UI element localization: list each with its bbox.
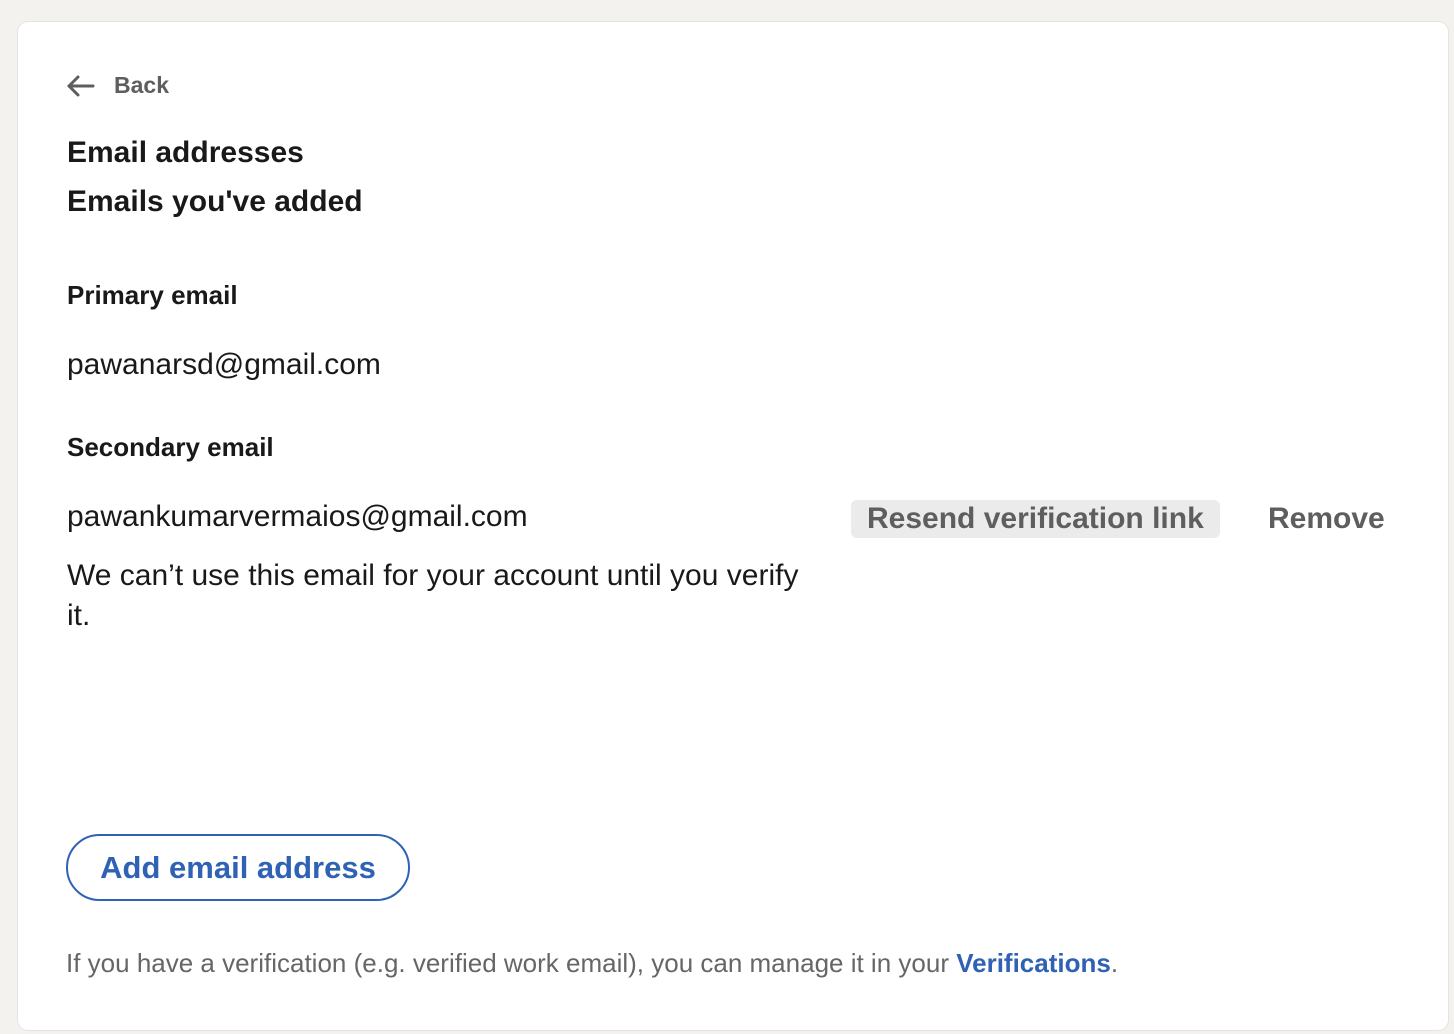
footer-suffix: . — [1110, 948, 1119, 978]
secondary-email-value: pawankumarvermaios@gmail.com — [67, 500, 528, 533]
footer-note: If you have a verification (e.g. verifie… — [66, 948, 1118, 979]
add-email-button[interactable]: Add email address — [66, 834, 410, 901]
footer-text: If you have a verification (e.g. verifie… — [66, 948, 957, 978]
primary-email-label: Primary email — [67, 280, 238, 310]
back-label: Back — [114, 72, 169, 98]
page-subtitle: Emails you've added — [67, 185, 363, 218]
page-title: Email addresses — [67, 136, 304, 169]
verification-note: We can’t use this email for your account… — [67, 559, 799, 632]
secondary-email-label: Secondary email — [67, 432, 274, 462]
primary-email-value: pawanarsd@gmail.com — [67, 348, 381, 381]
arrow-left-icon — [66, 74, 96, 98]
email-settings-card: Back Email addresses Emails you've added… — [18, 22, 1448, 1030]
resend-verification-button[interactable]: Resend verification link — [851, 500, 1220, 538]
back-button[interactable]: Back — [66, 72, 169, 99]
remove-email-button[interactable]: Remove — [1268, 500, 1385, 538]
verifications-link[interactable]: Verifications — [956, 948, 1111, 978]
